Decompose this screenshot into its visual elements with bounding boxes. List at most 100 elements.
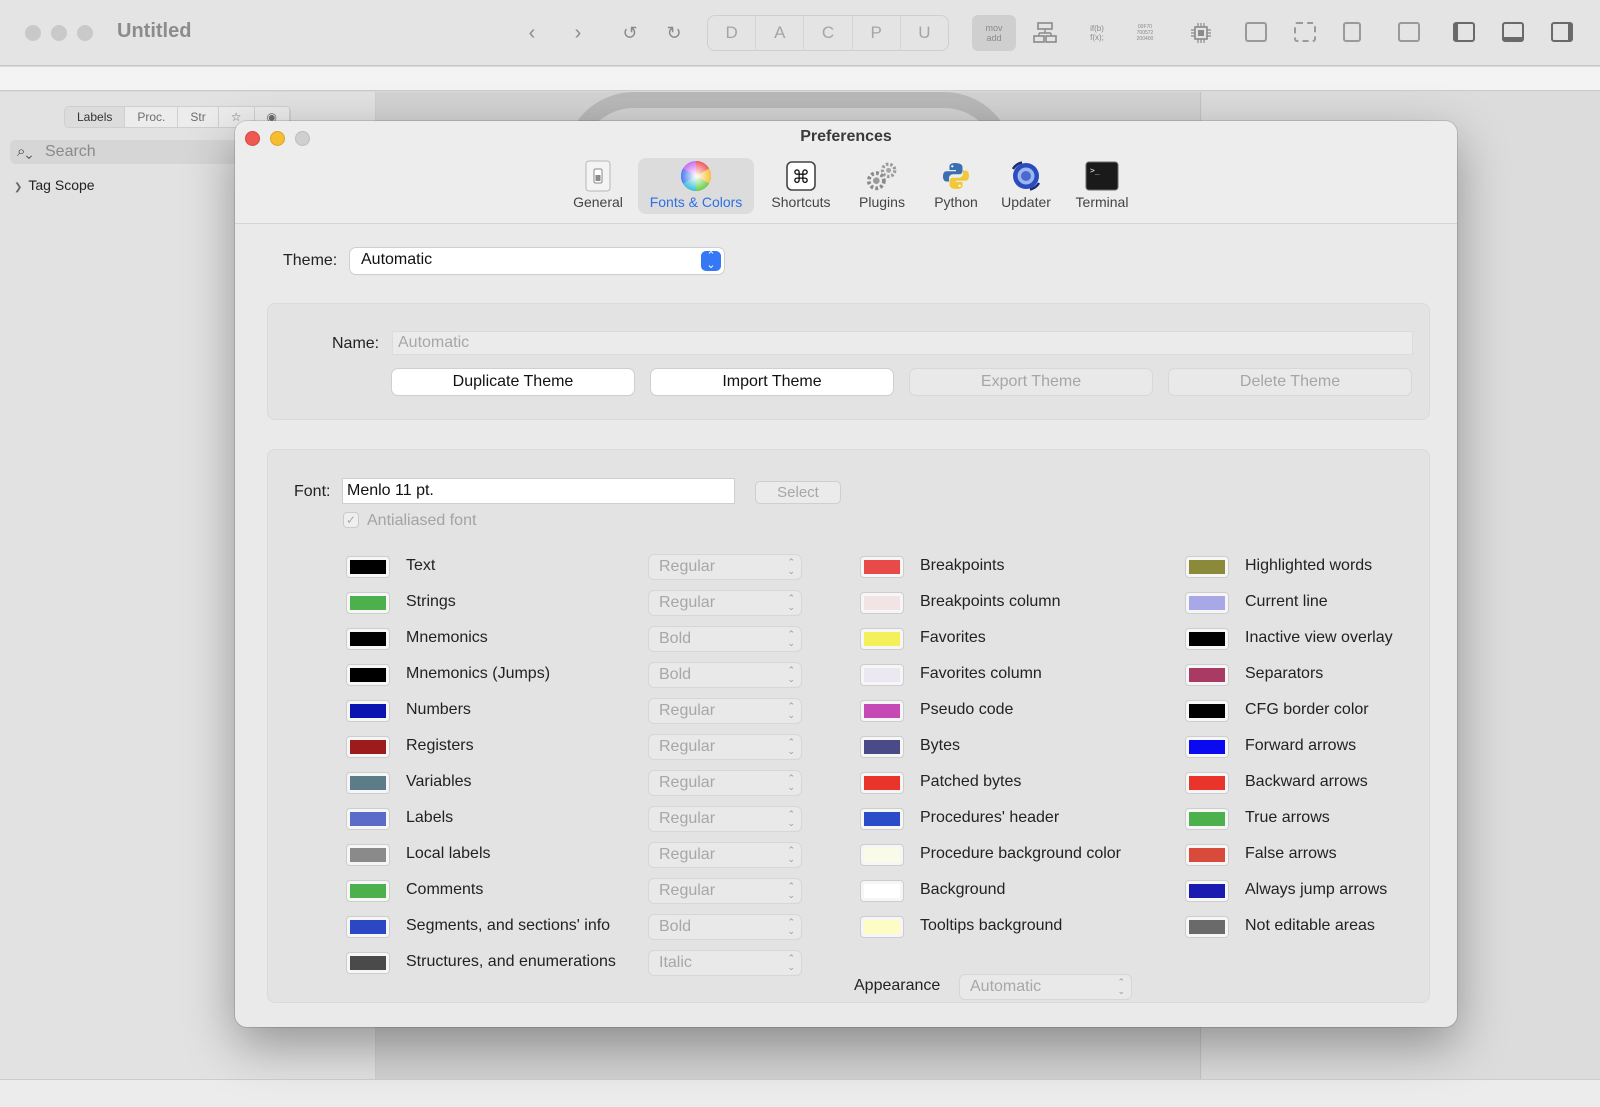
color-row-label: Favorites column	[920, 665, 1042, 682]
color-swatch[interactable]	[860, 556, 904, 578]
forward-icon[interactable]: ›	[566, 17, 590, 49]
redo-icon[interactable]: ↻	[662, 17, 686, 49]
color-swatch[interactable]	[346, 736, 390, 758]
font-style-select[interactable]: Bold ⌃ ⌄	[648, 914, 802, 940]
color-swatch[interactable]	[1185, 556, 1229, 578]
segment-d[interactable]: D	[708, 16, 757, 50]
tab-updater[interactable]: Updater	[988, 158, 1064, 214]
color-swatch[interactable]	[860, 880, 904, 902]
hex-view-icon[interactable]: 00F70 700572 200400	[1130, 17, 1160, 49]
color-swatch[interactable]	[346, 700, 390, 722]
color-swatch[interactable]	[346, 952, 390, 974]
color-swatch[interactable]	[860, 700, 904, 722]
sidebar-tab-procedures[interactable]: Proc.	[125, 107, 179, 127]
split-horizontal-icon[interactable]	[1294, 22, 1316, 42]
undo-icon[interactable]: ↺	[618, 17, 642, 49]
color-swatch[interactable]	[860, 664, 904, 686]
toggle-left-pane-icon[interactable]	[1453, 22, 1475, 42]
assembly-mode-button[interactable]: mov add	[972, 15, 1016, 51]
color-swatch[interactable]	[346, 556, 390, 578]
color-swatch[interactable]	[860, 736, 904, 758]
color-swatch[interactable]	[1185, 880, 1229, 902]
tab-general[interactable]: General	[568, 158, 628, 214]
color-swatch[interactable]	[1185, 736, 1229, 758]
color-swatch[interactable]	[346, 592, 390, 614]
color-swatch[interactable]	[860, 808, 904, 830]
tab-plugins[interactable]: Plugins	[847, 158, 917, 214]
cfg-icon[interactable]	[1032, 17, 1058, 49]
color-swatch[interactable]	[1185, 664, 1229, 686]
font-style-select[interactable]: Regular ⌃ ⌄	[648, 878, 802, 904]
settings-list-icon[interactable]	[1398, 22, 1420, 42]
color-swatch-fill	[1189, 560, 1225, 574]
sidebar-item-tag-scope[interactable]: ❯ Tag Scope	[14, 177, 95, 193]
color-swatch[interactable]	[346, 880, 390, 902]
app-titlebar: Untitled ‹ › ↺ ↻ D A C P U mov add if(b) …	[0, 0, 1600, 66]
color-swatch[interactable]	[1185, 844, 1229, 866]
color-swatch[interactable]	[1185, 808, 1229, 830]
updown-chevron-icon: ⌃ ⌄	[1117, 977, 1125, 996]
font-style-select[interactable]: Regular ⌃ ⌄	[648, 842, 802, 868]
color-swatch[interactable]	[860, 628, 904, 650]
sidebar-search-input[interactable]: ⌕⌄ Search	[10, 140, 270, 164]
import-theme-button[interactable]: Import Theme	[651, 369, 893, 395]
color-swatch[interactable]	[860, 772, 904, 794]
color-swatch[interactable]	[1185, 772, 1229, 794]
export-theme-button[interactable]: Export Theme	[910, 369, 1152, 395]
font-style-select[interactable]: Regular ⌃ ⌄	[648, 734, 802, 760]
color-swatch[interactable]	[1185, 592, 1229, 614]
display-mode-segmented[interactable]: D A C P U	[707, 15, 949, 51]
delete-theme-button[interactable]: Delete Theme	[1169, 369, 1411, 395]
sidebar-tab-strings[interactable]: Str	[178, 107, 219, 127]
color-swatch[interactable]	[1185, 916, 1229, 938]
segment-c[interactable]: C	[804, 16, 853, 50]
duplicate-theme-button[interactable]: Duplicate Theme	[392, 369, 634, 395]
font-style-select[interactable]: Regular ⌃ ⌄	[648, 554, 802, 580]
color-swatch[interactable]	[346, 844, 390, 866]
page-icon[interactable]	[1343, 22, 1361, 42]
split-vertical-icon[interactable]	[1245, 22, 1267, 42]
color-swatch[interactable]	[1185, 700, 1229, 722]
back-icon[interactable]: ‹	[520, 17, 544, 49]
pseudo-code-icon[interactable]: if(b) f(x);	[1080, 17, 1114, 49]
theme-name-field[interactable]: Automatic	[392, 331, 1413, 355]
toggle-right-pane-icon[interactable]	[1551, 22, 1573, 42]
theme-select[interactable]: Automatic ⌃ ⌄	[350, 248, 724, 274]
color-row: CFG border color	[1185, 697, 1457, 725]
antialiased-checkbox[interactable]: ✓	[343, 512, 359, 528]
color-swatch[interactable]	[346, 628, 390, 650]
tab-shortcuts[interactable]: ⌘ Shortcuts	[761, 158, 841, 214]
select-font-button[interactable]: Select	[755, 481, 841, 504]
segment-a[interactable]: A	[756, 16, 805, 50]
font-style-select[interactable]: Italic ⌃ ⌄	[648, 950, 802, 976]
segment-u[interactable]: U	[901, 16, 948, 50]
color-swatch[interactable]	[860, 916, 904, 938]
font-style-select[interactable]: Bold ⌃ ⌄	[648, 662, 802, 688]
color-swatch[interactable]	[1185, 628, 1229, 650]
font-field[interactable]: Menlo 11 pt.	[342, 478, 735, 504]
cpu-icon[interactable]	[1188, 17, 1214, 49]
font-style-select[interactable]: Regular ⌃ ⌄	[648, 770, 802, 796]
color-swatch[interactable]	[860, 592, 904, 614]
color-swatch[interactable]	[860, 844, 904, 866]
font-style-select[interactable]: Regular ⌃ ⌄	[648, 806, 802, 832]
toggle-bottom-pane-icon[interactable]	[1502, 22, 1524, 42]
appearance-select[interactable]: Automatic ⌃ ⌄	[959, 974, 1132, 1000]
tab-terminal[interactable]: >_ Terminal	[1063, 158, 1141, 214]
color-swatch[interactable]	[346, 808, 390, 830]
segment-p[interactable]: P	[853, 16, 901, 50]
app-close-button[interactable]	[25, 25, 41, 41]
app-minimize-button[interactable]	[51, 25, 67, 41]
app-zoom-button[interactable]	[77, 25, 93, 41]
color-row-label: Mnemonics (Jumps)	[406, 665, 551, 682]
font-style-select[interactable]: Bold ⌃ ⌄	[648, 626, 802, 652]
tab-fonts-colors[interactable]: Fonts & Colors	[638, 158, 754, 214]
font-style-select[interactable]: Regular ⌃ ⌄	[648, 590, 802, 616]
chevron-right-icon[interactable]: ❯	[14, 182, 22, 193]
color-swatch[interactable]	[346, 664, 390, 686]
color-swatch[interactable]	[346, 916, 390, 938]
sidebar-tab-labels[interactable]: Labels	[65, 107, 126, 127]
color-swatch[interactable]	[346, 772, 390, 794]
tab-python[interactable]: Python	[923, 158, 989, 214]
font-style-select[interactable]: Regular ⌃ ⌄	[648, 698, 802, 724]
